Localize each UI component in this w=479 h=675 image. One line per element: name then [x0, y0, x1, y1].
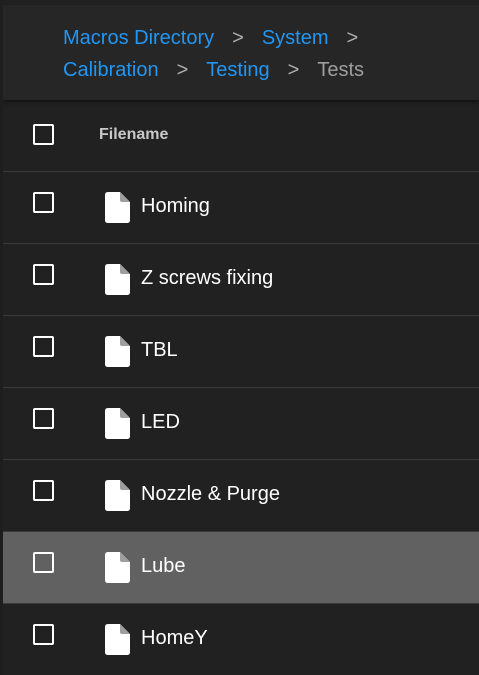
row-checkbox[interactable] [33, 192, 54, 213]
breadcrumb-item-calibration[interactable]: Calibration [63, 59, 159, 81]
breadcrumb-separator: > [287, 59, 300, 81]
file-icon [105, 408, 130, 439]
table-row[interactable]: Lube [3, 532, 479, 604]
file-name: LED [141, 411, 180, 433]
file-browser: Macros Directory > System > Calibration > Tes… [3, 0, 479, 675]
breadcrumb-line-2: Calibration > Testing > Tests [63, 54, 364, 86]
file-icon [105, 480, 130, 511]
table-row[interactable]: TBL [3, 316, 479, 388]
file-icon [105, 192, 130, 223]
breadcrumb-separator: > [232, 27, 244, 49]
table-row[interactable]: LED [3, 388, 479, 460]
breadcrumb: Macros Directory > System > Calibration > Tes… [3, 5, 479, 100]
table-row[interactable]: Z screws fixing [3, 244, 479, 316]
file-name: Nozzle & Purge [141, 483, 280, 505]
row-checkbox[interactable] [33, 552, 54, 573]
file-name: Homing [141, 195, 210, 217]
select-all-checkbox[interactable] [33, 124, 54, 145]
breadcrumb-separator: > [346, 27, 359, 49]
row-checkbox[interactable] [33, 264, 54, 285]
table-row[interactable]: Nozzle & Purge [3, 460, 479, 532]
column-header-filename[interactable]: Filename [99, 126, 168, 144]
file-name: Z screws fixing [141, 267, 274, 289]
row-checkbox[interactable] [33, 336, 54, 357]
breadcrumb-item-macros-directory[interactable]: Macros Directory [63, 27, 214, 49]
table-header: Filename [3, 100, 479, 172]
table-row[interactable]: Homing [3, 172, 479, 244]
file-name: HomeY [141, 627, 208, 649]
table-row[interactable]: HomeY [3, 604, 479, 675]
row-checkbox[interactable] [33, 624, 54, 645]
file-name: TBL [141, 339, 178, 361]
breadcrumb-item-testing[interactable]: Testing [206, 59, 269, 81]
file-icon [105, 624, 130, 655]
breadcrumb-line-1: Macros Directory > System > [63, 22, 376, 54]
breadcrumb-item-current: Tests [317, 59, 365, 81]
file-icon [105, 552, 130, 583]
row-checkbox[interactable] [33, 408, 54, 429]
row-checkbox[interactable] [33, 480, 54, 501]
breadcrumb-separator: > [176, 59, 189, 81]
file-icon [105, 264, 130, 295]
breadcrumb-item-system[interactable]: System [262, 27, 329, 49]
file-name: Lube [141, 555, 186, 577]
file-icon [105, 336, 130, 367]
